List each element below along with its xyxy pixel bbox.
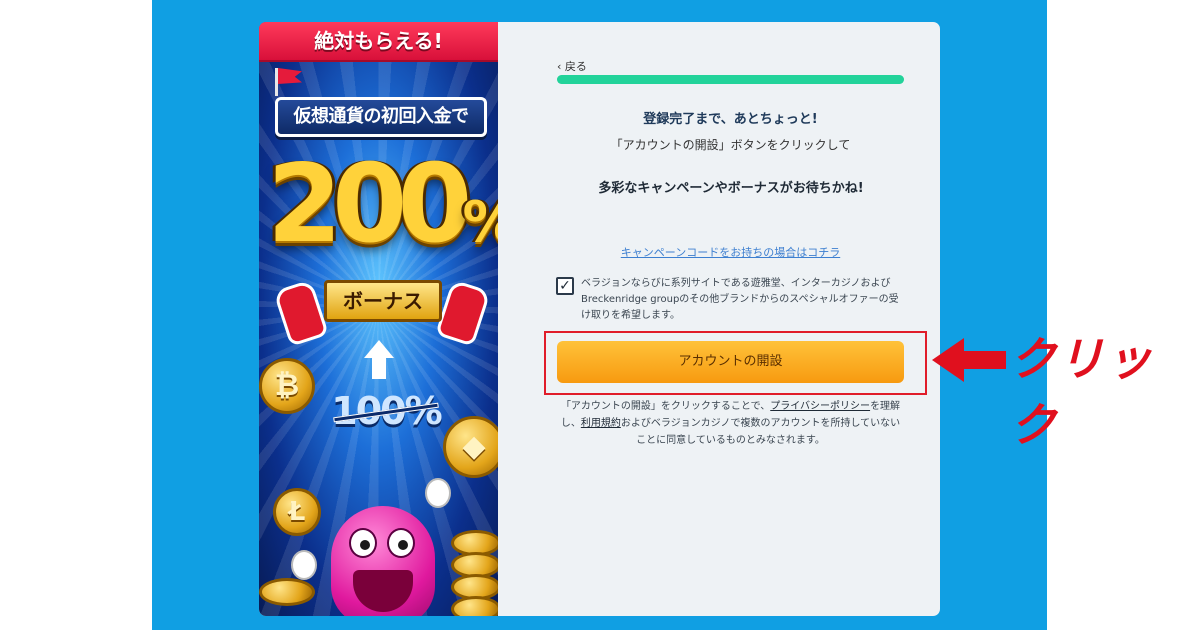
progress-fill: [557, 75, 904, 84]
banner-percent: 200%: [267, 140, 498, 270]
banner-old-percent: 100%: [331, 384, 442, 438]
consent-checkbox[interactable]: ✓: [556, 277, 574, 295]
banner-headline: 仮想通貨の初回入金で: [275, 97, 487, 137]
flag-icon: [273, 66, 305, 96]
form-subtitle: 「アカウントの開設」ボタンをクリックして: [610, 138, 851, 152]
annotation-arrow-icon: [932, 338, 1006, 382]
banner-ribbon: 絶対もらえる!: [259, 22, 498, 62]
coin-stack-icon: [259, 578, 315, 606]
mascot-eye: [349, 528, 377, 558]
bitcoin-coin-icon: ₿: [259, 358, 315, 414]
arrow-up-icon: [364, 340, 394, 382]
form-title: 登録完了まで、あとちょっと!: [643, 112, 818, 127]
legal-text: 「アカウントの開設」をクリックすることで、: [560, 401, 771, 412]
promo-message: 多彩なキャンペーンやボーナスがお待ちかね!: [598, 181, 864, 196]
promo-banner: 絶対もらえる! 仮想通貨の初回入金で 200% ボーナス 100% ₿ ◆ Ł: [259, 22, 498, 616]
consent-text: ベラジョンならびに系列サイトである遊雅堂、インターカジノおよびBreckenri…: [581, 278, 899, 321]
legal-text: およびベラジョンカジノで複数のアカウントを所持していないことに同意しているものと…: [620, 418, 901, 446]
ethereum-coin-icon: ◆: [443, 416, 498, 478]
mascot-glove-icon: [291, 550, 317, 580]
terms-link[interactable]: 利用規約: [581, 418, 621, 429]
progress-bar: [557, 75, 904, 84]
open-account-button[interactable]: アカウントの開設: [557, 341, 904, 383]
litecoin-coin-icon: Ł: [273, 488, 321, 536]
annotation-label: クリック: [1010, 332, 1154, 452]
banner-bonus-label: ボーナス: [324, 280, 442, 322]
mascot-eye: [387, 528, 415, 558]
banner-percent-value: 200: [267, 142, 472, 267]
legal-notice: 「アカウントの開設」をクリックすることで、プライバシーポリシーを理解し、利用規約…: [557, 398, 904, 449]
checkmark-icon: ✓: [559, 278, 571, 294]
back-link[interactable]: ‹ 戻る: [557, 58, 587, 74]
privacy-policy-link[interactable]: プライバシーポリシー: [770, 401, 870, 412]
mascot-mouth: [353, 570, 413, 612]
mascot-glove-icon: [425, 478, 451, 508]
mascot-character: [331, 506, 435, 616]
banner-percent-sign: %: [462, 190, 498, 255]
promo-code-link[interactable]: キャンペーンコードをお持ちの場合はコチラ: [557, 244, 904, 260]
coin-stack-icon: [451, 596, 498, 616]
